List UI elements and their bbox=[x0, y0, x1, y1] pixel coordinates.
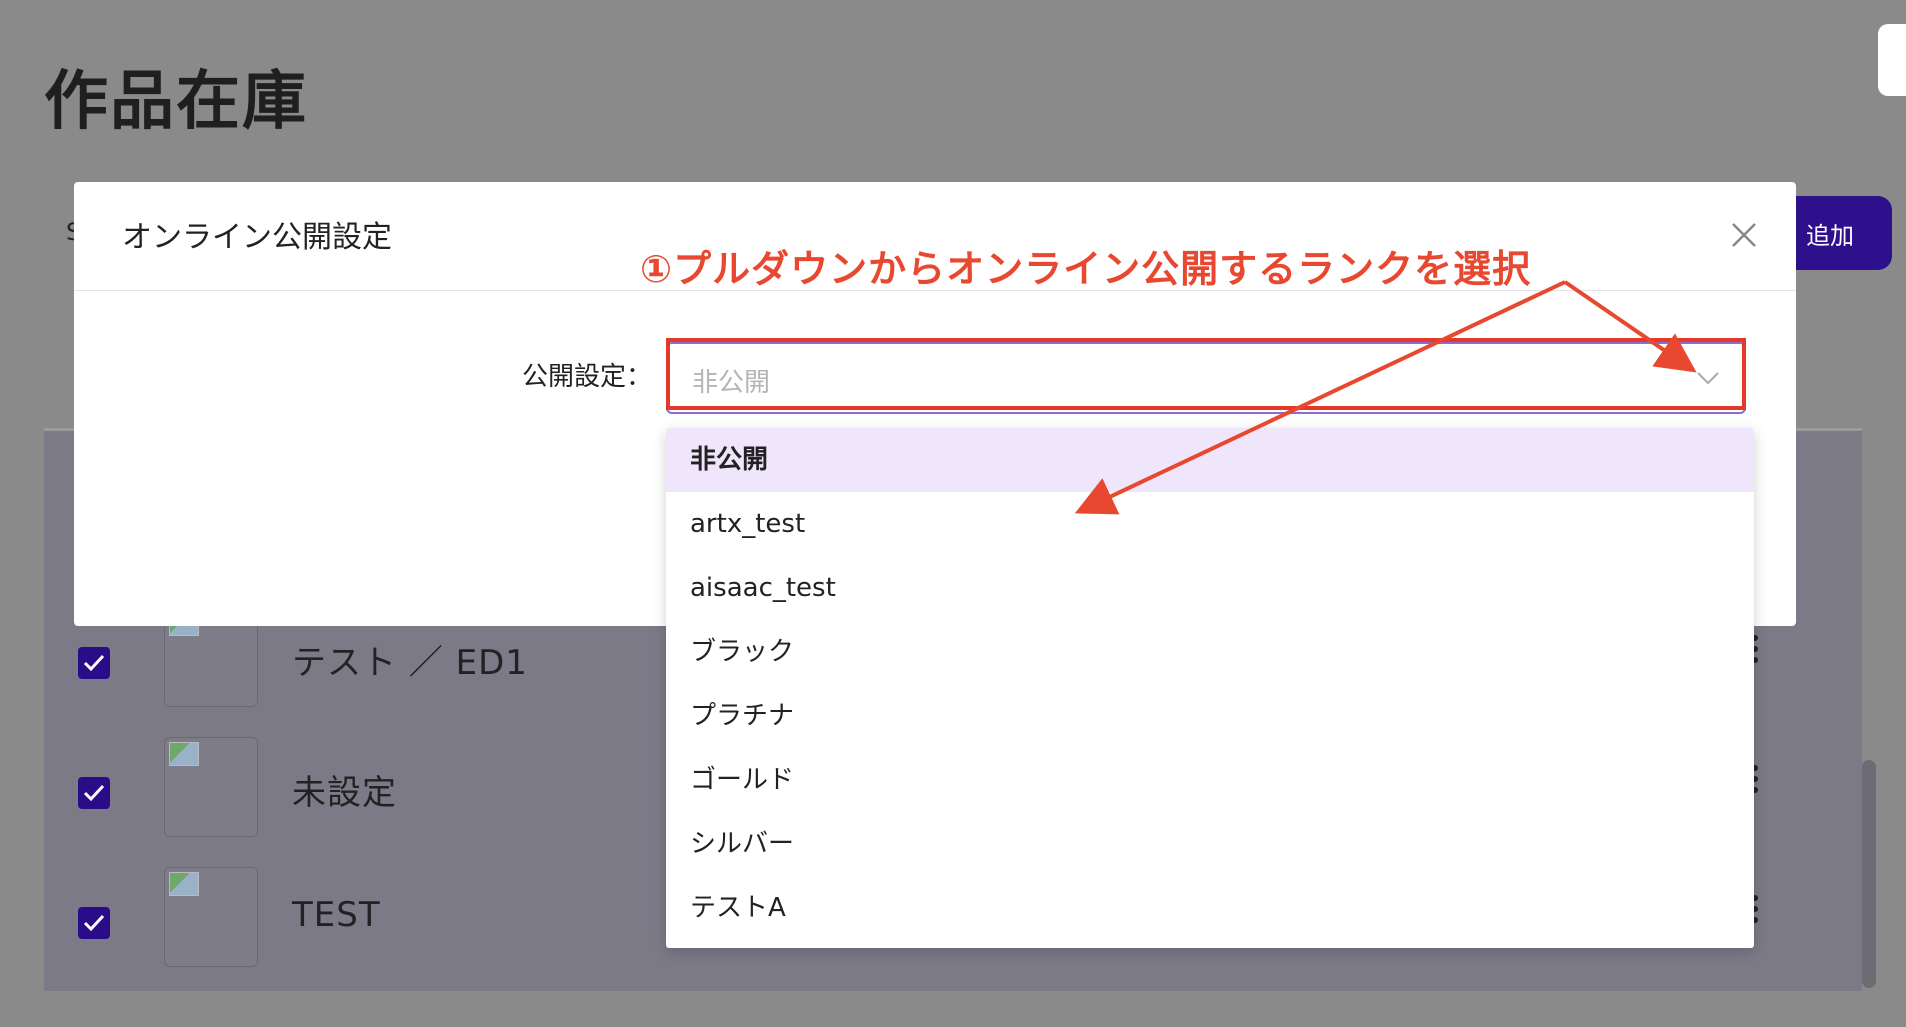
arrow-to-chevron bbox=[1563, 280, 1697, 373]
arrow-to-options bbox=[1074, 280, 1566, 515]
annotation-arrows bbox=[1074, 280, 1697, 515]
